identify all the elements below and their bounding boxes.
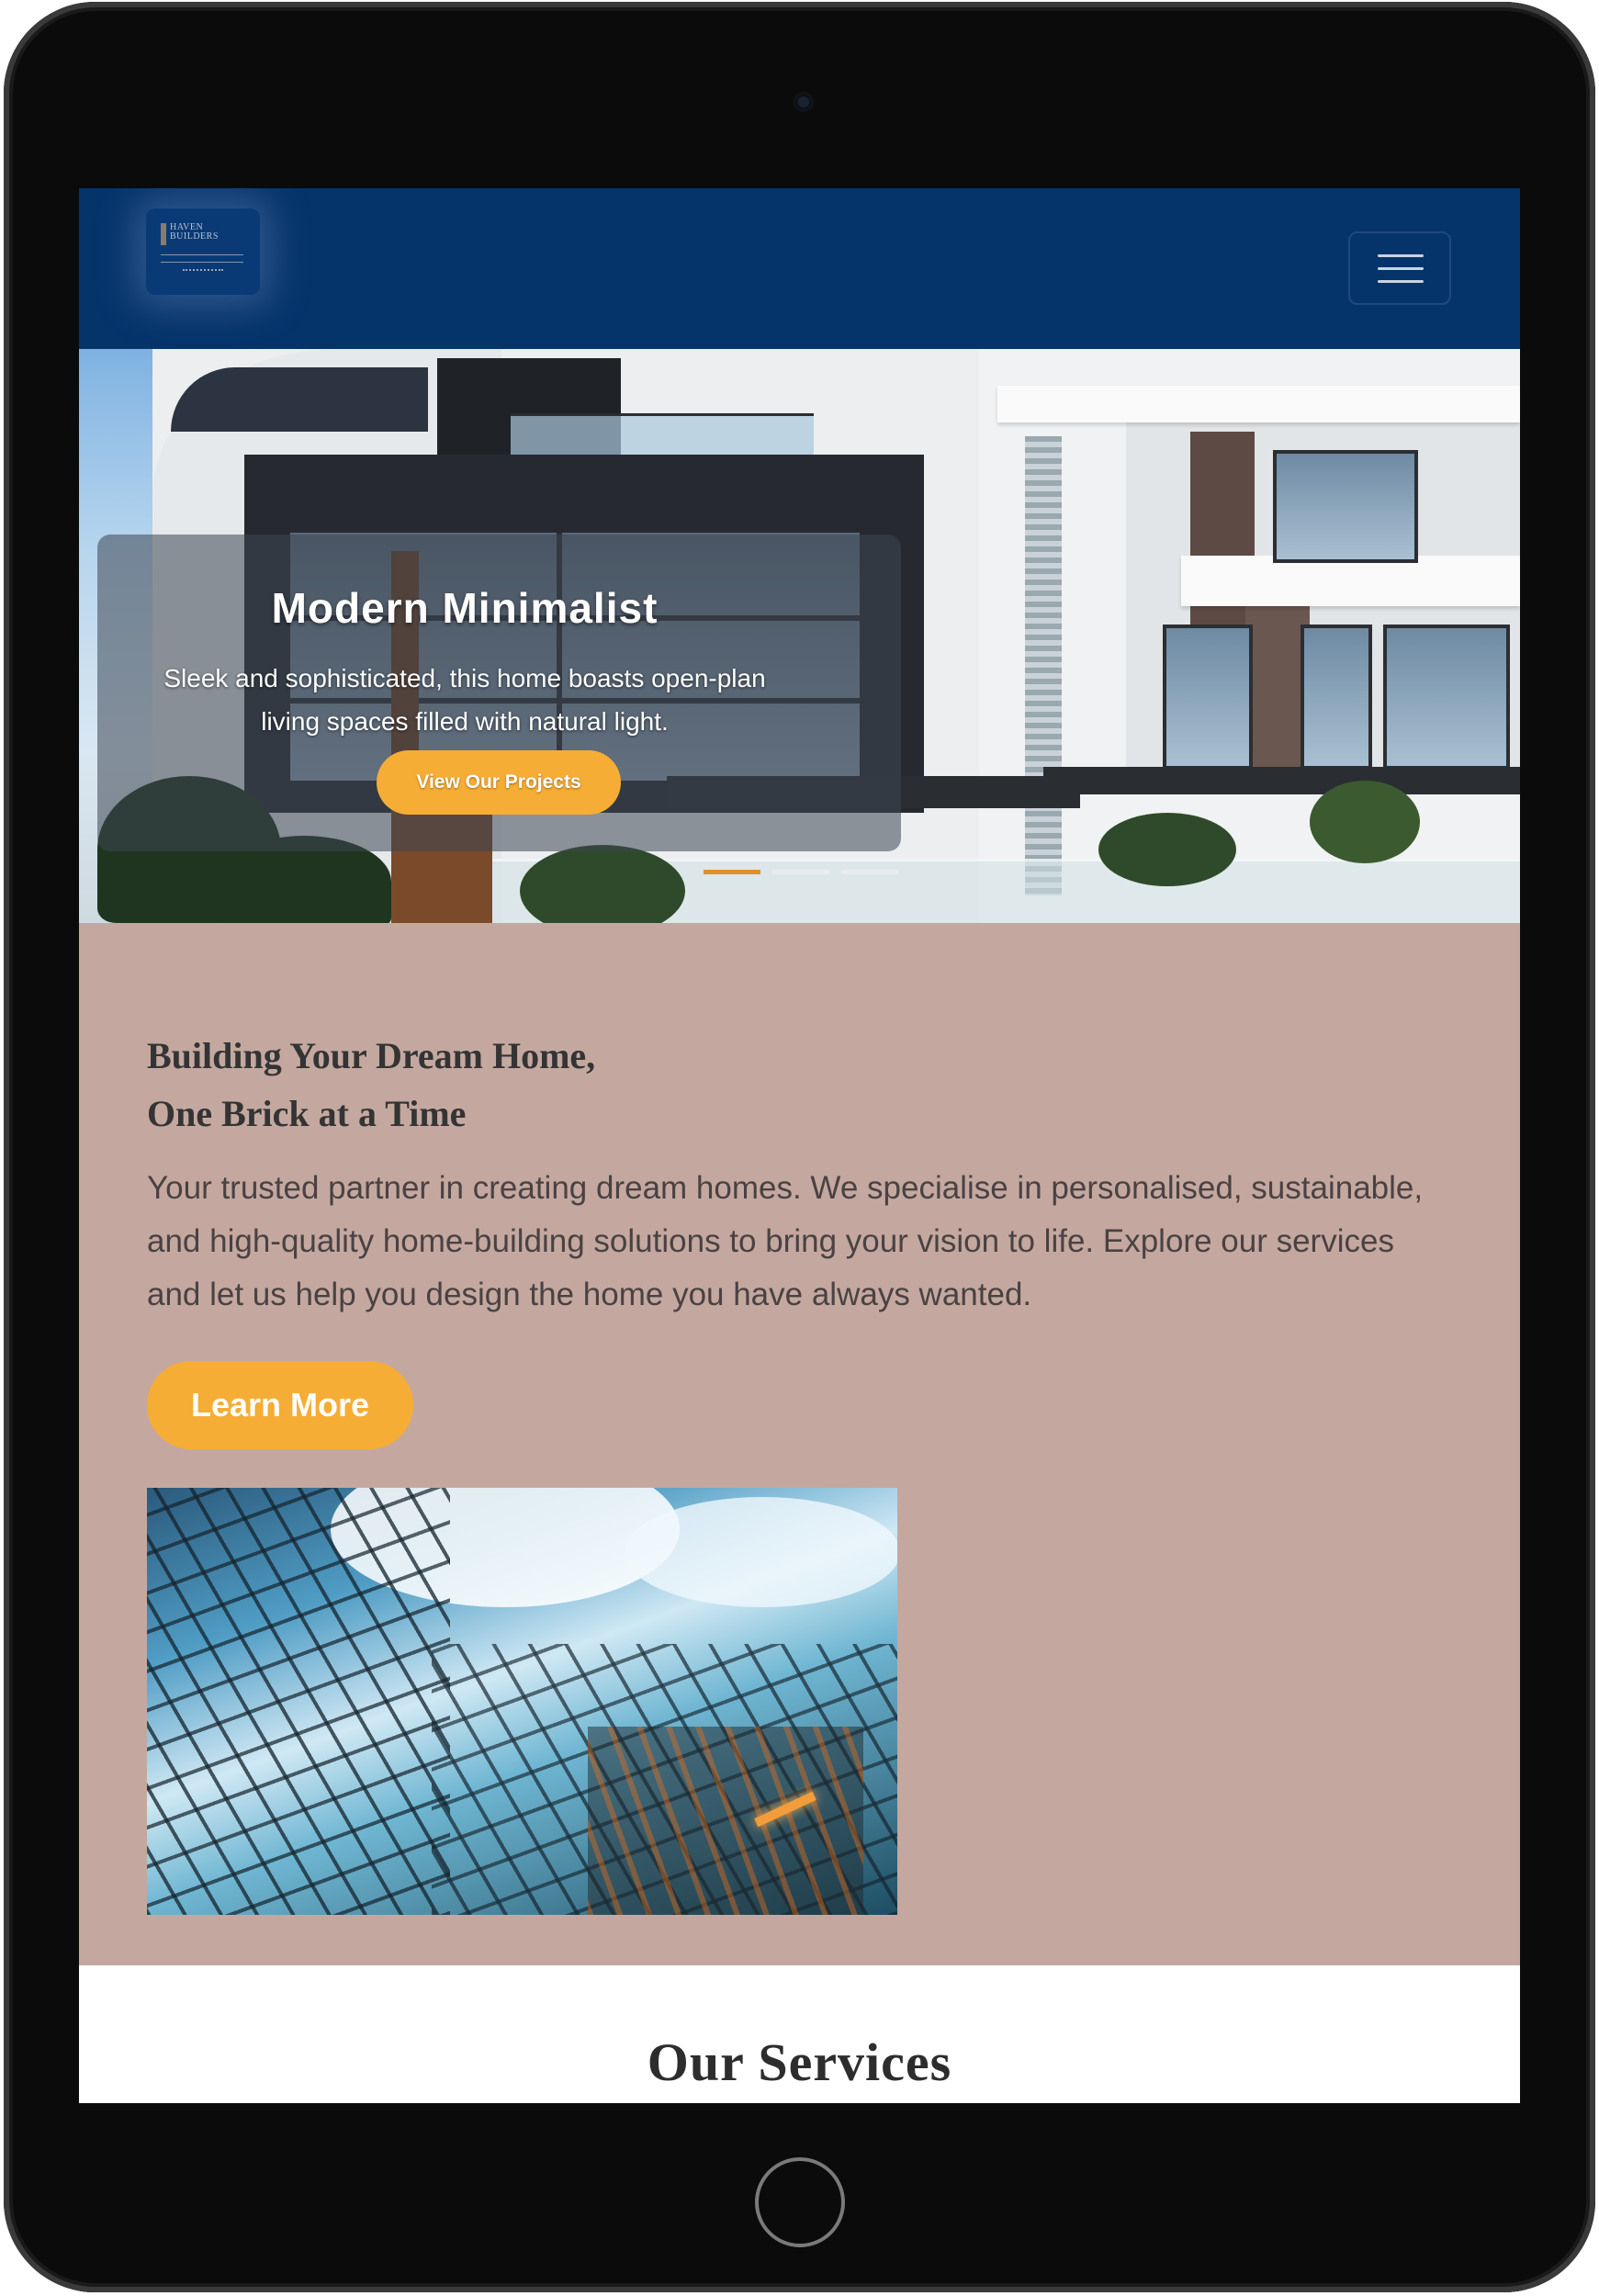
front-camera bbox=[795, 94, 812, 110]
browser-viewport: HAVEN BUILDERS Modern Minimalist Sleek a… bbox=[79, 188, 1520, 2103]
window bbox=[1163, 625, 1253, 770]
glass-building-image bbox=[147, 1488, 897, 1915]
window bbox=[1273, 450, 1418, 563]
glass-facade bbox=[147, 1488, 450, 1915]
intro-heading: Building Your Dream Home, One Brick at a… bbox=[147, 1027, 595, 1142]
hamburger-menu-icon bbox=[1378, 267, 1424, 270]
shrub bbox=[1098, 813, 1236, 886]
logo-ornament bbox=[183, 269, 223, 275]
slide-title: Modern Minimalist bbox=[271, 584, 659, 632]
balcony bbox=[1043, 767, 1520, 794]
navbar: HAVEN BUILDERS bbox=[79, 188, 1520, 349]
home-button[interactable] bbox=[755, 2157, 845, 2247]
carousel-indicator-3[interactable] bbox=[841, 870, 898, 874]
logo-divider bbox=[161, 254, 243, 255]
intro-section: Building Your Dream Home, One Brick at a… bbox=[79, 923, 1520, 1965]
navbar-toggle-button[interactable] bbox=[1348, 231, 1451, 305]
roof-ledge bbox=[997, 386, 1520, 422]
intro-paragraph: Your trusted partner in creating dream h… bbox=[147, 1170, 1424, 1312]
logo-text: HAVEN BUILDERS bbox=[170, 222, 219, 242]
logo-divider bbox=[161, 262, 243, 263]
balcony-ledge bbox=[1181, 556, 1520, 606]
hero-carousel[interactable]: Modern Minimalist Sleek and sophisticate… bbox=[79, 349, 1520, 923]
hamburger-menu-icon bbox=[1378, 254, 1424, 257]
carousel-indicator-2[interactable] bbox=[772, 870, 829, 874]
intro-heading-line: Building Your Dream Home, bbox=[147, 1035, 596, 1076]
logo-mark-icon bbox=[161, 223, 166, 245]
carousel-indicator-1[interactable] bbox=[704, 870, 760, 874]
cloud bbox=[625, 1497, 897, 1607]
brand-logo[interactable]: HAVEN BUILDERS bbox=[146, 208, 260, 295]
glass-column bbox=[1025, 436, 1062, 895]
building-band bbox=[171, 367, 428, 432]
learn-more-button[interactable]: Learn More bbox=[147, 1361, 413, 1449]
window bbox=[1301, 625, 1372, 770]
interior-frame bbox=[588, 1727, 863, 1915]
tree bbox=[1310, 781, 1420, 863]
services-title: Our Services bbox=[647, 2032, 952, 2092]
hamburger-menu-icon bbox=[1378, 280, 1424, 283]
slide-description: Sleek and sophisticated, this home boast… bbox=[163, 664, 766, 736]
view-projects-button[interactable]: View Our Projects bbox=[377, 750, 621, 815]
window bbox=[1383, 625, 1510, 770]
services-section: Our Services bbox=[79, 1965, 1520, 2103]
intro-heading-line: One Brick at a Time bbox=[147, 1093, 467, 1134]
